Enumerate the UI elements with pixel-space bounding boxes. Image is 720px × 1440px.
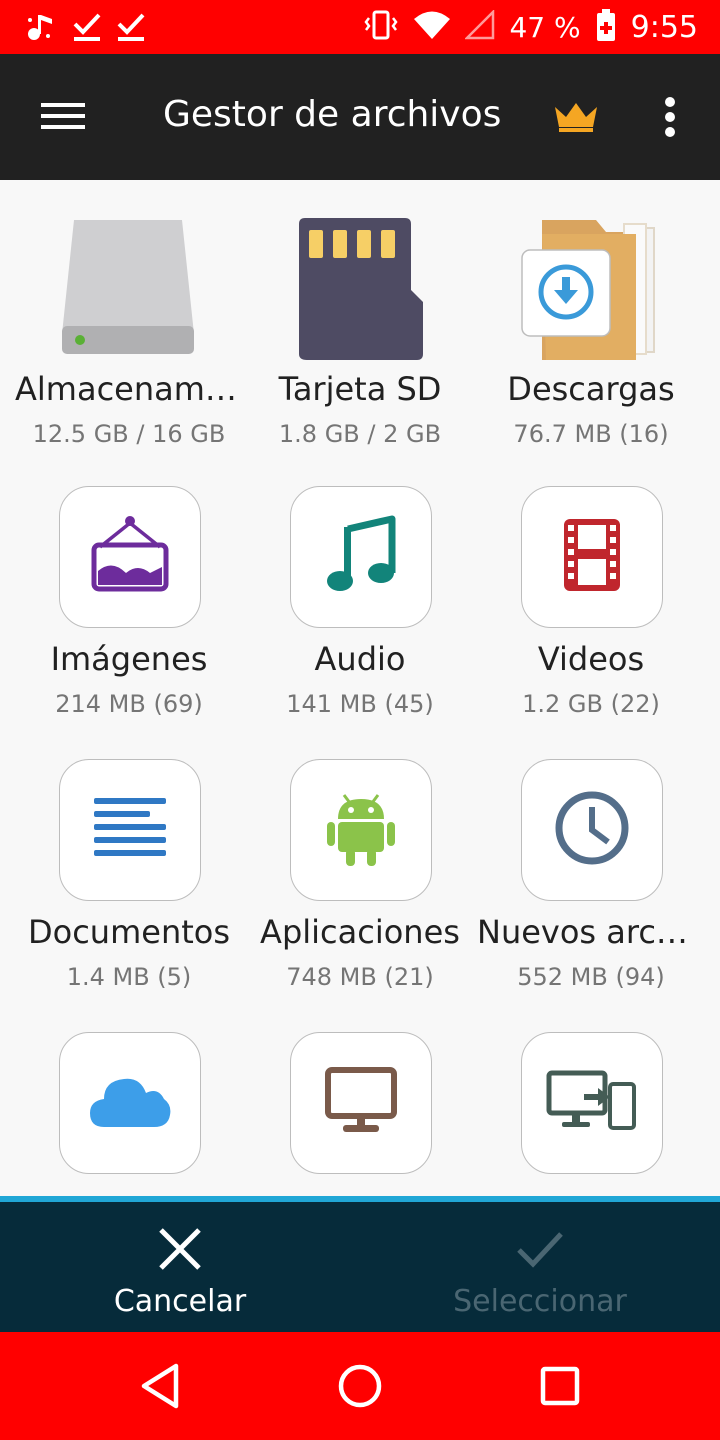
more-vertical-icon — [664, 97, 676, 141]
image-frame-icon — [90, 515, 170, 599]
tile-sd-card[interactable]: Tarjeta SD 1.8 GB / 2 GB — [240, 202, 480, 462]
audio-icon-box — [290, 486, 432, 628]
tile-device-transfer[interactable] — [471, 1032, 711, 1198]
tile-info: 1.8 GB / 2 GB — [278, 420, 442, 448]
cancel-label: Cancelar — [113, 1284, 247, 1319]
images-icon-box — [59, 486, 201, 628]
tile-name: Imágenes — [50, 640, 208, 678]
cloud-icon — [88, 1073, 172, 1133]
page-title: Gestor de archivos — [163, 94, 502, 135]
app-bar: Gestor de archivos — [0, 54, 720, 180]
battery-icon — [595, 8, 617, 46]
clock-icon — [553, 789, 631, 871]
tile-name: Almacenamiento — [15, 370, 249, 408]
recents-button[interactable] — [530, 1358, 590, 1418]
category-grid: Almacenamiento 12.5 GB / 16 GB Tarjeta S… — [0, 180, 720, 1198]
close-icon — [155, 1224, 205, 1274]
tile-recent-files[interactable]: Nuevos archivos 552 MB (94) — [471, 759, 711, 1019]
tile-info: 12.5 GB / 16 GB — [32, 420, 226, 448]
tile-info: 214 MB (69) — [55, 690, 203, 718]
tile-info: 76.7 MB (16) — [513, 420, 669, 448]
tile-cloud[interactable] — [9, 1032, 249, 1198]
hamburger-menu-icon — [41, 101, 85, 135]
music-notification-icon — [24, 10, 58, 48]
cancel-button[interactable]: Cancelar — [0, 1202, 360, 1332]
select-button[interactable]: Seleccionar — [360, 1202, 720, 1332]
premium-button[interactable] — [546, 94, 606, 144]
battery-percentage: 47 % — [509, 10, 581, 44]
checkmark-notification-icon — [116, 10, 146, 48]
checkmark-icon — [515, 1224, 565, 1274]
tile-applications[interactable]: Aplicaciones 748 MB (21) — [240, 759, 480, 1019]
tile-info: 748 MB (21) — [286, 963, 434, 991]
tile-images[interactable]: Imágenes 214 MB (69) — [9, 486, 249, 746]
recent-files-icon-box — [521, 759, 663, 901]
desktop-icon-box — [290, 1032, 432, 1174]
clock-time: 9:55 — [630, 9, 698, 45]
checkmark-notification-icon — [72, 10, 102, 48]
tile-name: Audio — [314, 640, 406, 678]
monitor-icon — [325, 1067, 397, 1139]
downloads-folder-icon — [511, 212, 671, 362]
overflow-menu-button[interactable] — [645, 92, 695, 146]
music-note-icon — [326, 515, 396, 599]
device-transfer-icon — [546, 1070, 638, 1136]
applications-icon-box — [290, 759, 432, 901]
vibrate-icon — [363, 8, 399, 46]
tile-name: Tarjeta SD — [278, 370, 442, 408]
tile-info: 1.4 MB (5) — [66, 963, 192, 991]
sd-card-icon — [280, 212, 440, 362]
tile-desktop[interactable] — [240, 1032, 480, 1198]
home-circle-icon — [336, 1362, 384, 1414]
recents-square-icon — [538, 1364, 582, 1412]
document-lines-icon — [92, 796, 168, 864]
back-triangle-icon — [138, 1362, 182, 1414]
back-button[interactable] — [130, 1358, 190, 1418]
tile-videos[interactable]: Videos 1.2 GB (22) — [471, 486, 711, 746]
android-icon — [326, 789, 396, 871]
select-label: Seleccionar — [453, 1284, 627, 1319]
cloud-icon-box — [59, 1032, 201, 1174]
status-bar: 47 % 9:55 — [0, 0, 720, 54]
device-transfer-icon-box — [521, 1032, 663, 1174]
tile-info: 552 MB (94) — [517, 963, 665, 991]
wifi-icon — [413, 10, 451, 44]
tile-name: Aplicaciones — [260, 913, 460, 951]
signal-icon — [464, 8, 495, 44]
tile-name: Documentos — [27, 913, 231, 951]
tile-audio[interactable]: Audio 141 MB (45) — [240, 486, 480, 746]
crown-icon — [553, 101, 599, 137]
tile-documents[interactable]: Documentos 1.4 MB (5) — [9, 759, 249, 1019]
tile-info: 141 MB (45) — [286, 690, 434, 718]
internal-storage-icon — [49, 212, 209, 362]
documents-icon-box — [59, 759, 201, 901]
selection-action-bar: Cancelar Seleccionar — [0, 1196, 720, 1332]
tile-downloads[interactable]: Descargas 76.7 MB (16) — [471, 202, 711, 462]
tile-name: Descargas — [507, 370, 675, 408]
system-navigation-bar — [0, 1332, 720, 1440]
film-strip-icon — [562, 517, 622, 597]
tile-name: Nuevos archivos — [477, 913, 711, 951]
menu-button[interactable] — [28, 88, 98, 148]
tile-info: 1.2 GB (22) — [522, 690, 660, 718]
tile-name: Videos — [537, 640, 645, 678]
videos-icon-box — [521, 486, 663, 628]
home-button[interactable] — [330, 1358, 390, 1418]
tile-internal-storage[interactable]: Almacenamiento 12.5 GB / 16 GB — [9, 202, 249, 462]
